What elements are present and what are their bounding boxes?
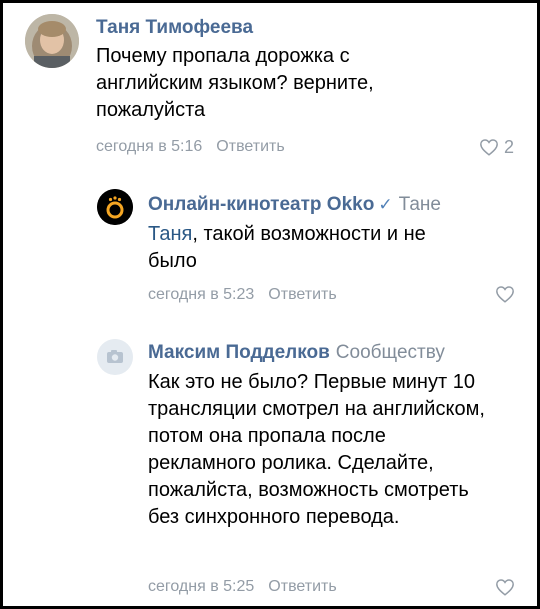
okko-logo <box>97 189 133 225</box>
heart-outline-icon <box>496 579 514 596</box>
verified-check-icon: ✓ <box>378 195 393 214</box>
reply-to-label[interactable]: Тане <box>399 194 441 215</box>
like-button[interactable] <box>495 285 515 303</box>
author-name[interactable]: Онлайн-кинотеатр Okko <box>148 194 374 215</box>
comment-timestamp[interactable]: сегодня в 5:16 <box>96 138 202 155</box>
like-button[interactable]: 2 <box>479 137 514 157</box>
comment-timestamp[interactable]: сегодня в 5:25 <box>148 578 254 595</box>
reply-button[interactable]: Ответить <box>268 286 336 303</box>
comment-meta: сегодня в 5:16 Ответить <box>96 137 285 157</box>
mention-link[interactable]: Таня <box>148 223 192 245</box>
reply-button[interactable]: Ответить <box>268 578 336 595</box>
camera-placeholder-icon <box>97 339 133 375</box>
comment-author[interactable]: Таня Тимофеева <box>96 16 253 40</box>
like-button[interactable] <box>495 578 515 596</box>
comment-timestamp[interactable]: сегодня в 5:23 <box>148 286 254 303</box>
comment-meta: сегодня в 5:23 Ответить <box>148 285 337 305</box>
reply-to-label[interactable]: Сообществу <box>336 342 445 363</box>
like-count: 2 <box>504 137 515 157</box>
avatar-okko[interactable] <box>97 189 133 225</box>
comment-author: Максим Подделков Сообществу <box>148 341 445 365</box>
heart-outline-icon <box>480 139 498 156</box>
author-name[interactable]: Максим Подделков <box>148 342 330 363</box>
avatar-placeholder[interactable] <box>97 339 133 375</box>
comment-text: Почему пропала дорожка с английским язык… <box>96 43 426 124</box>
author-name[interactable]: Таня Тимофеева <box>96 17 253 38</box>
comment-meta: сегодня в 5:25 Ответить <box>148 577 337 597</box>
avatar-tanya[interactable] <box>25 14 79 68</box>
comment-body: Почему пропала дорожка с английским язык… <box>96 45 374 121</box>
heart-outline-icon <box>496 286 514 303</box>
comment-body: Как это не было? Первые минут 10 трансля… <box>148 371 485 528</box>
comments-panel: Таня Тимофеева Почему пропала дорожка с … <box>3 3 537 606</box>
comment-text: Таня, такой возможности и не было <box>148 221 478 275</box>
comment-author: Онлайн-кинотеатр Okko ✓ Тане <box>148 193 441 217</box>
reply-button[interactable]: Ответить <box>216 138 284 155</box>
avatar-photo <box>25 14 79 68</box>
comment-text: Как это не было? Первые минут 10 трансля… <box>148 369 498 531</box>
